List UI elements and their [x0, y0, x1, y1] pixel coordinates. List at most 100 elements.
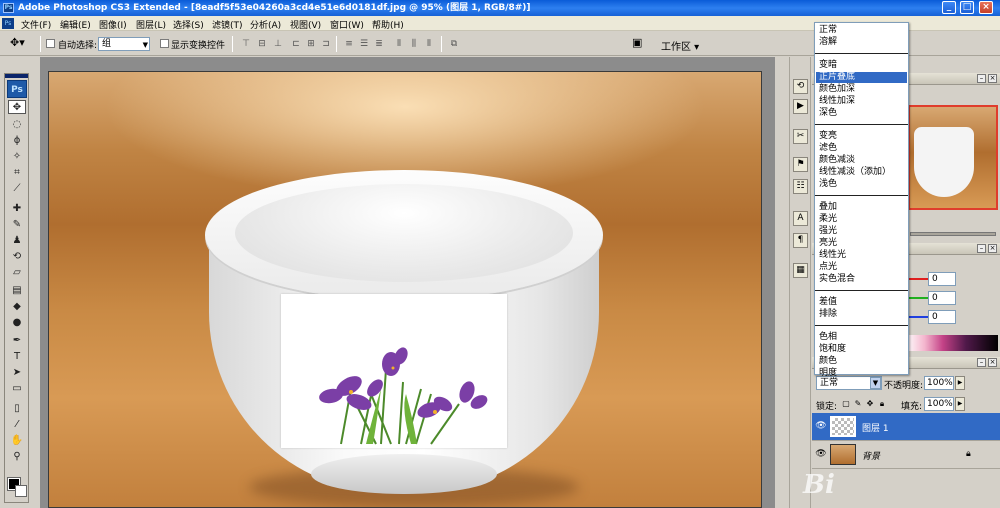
align-left-icon[interactable]: ⊏ [290, 39, 302, 49]
zoom-tool-icon[interactable]: ⚲ [8, 450, 26, 464]
red-value-field[interactable]: 0 [928, 272, 956, 286]
menu-filter[interactable]: 滤镜(T) [212, 18, 243, 31]
history-brush-tool-icon[interactable]: ⟲ [8, 250, 26, 264]
blend-option[interactable]: 滤色 [816, 143, 907, 154]
blend-option[interactable]: 颜色减淡 [816, 155, 907, 166]
align-bottom-icon[interactable]: ⊥ [272, 39, 284, 49]
align-hcenter-icon[interactable]: ⊞ [305, 39, 317, 49]
lock-pixels-icon[interactable]: ✎ [854, 399, 862, 408]
blend-option[interactable]: 明度 [816, 368, 907, 379]
background-color-swatch[interactable] [15, 485, 27, 497]
eyedropper-tool-icon[interactable]: ⁄ [8, 418, 26, 432]
dodge-tool-icon[interactable]: ● [8, 316, 26, 330]
blend-option[interactable]: 颜色 [816, 356, 907, 367]
menu-analysis[interactable]: 分析(A) [250, 18, 281, 31]
minimize-panel-icon[interactable]: – [977, 74, 986, 83]
crop-tool-icon[interactable]: ⌗ [8, 166, 26, 180]
opacity-spinner-icon[interactable]: ▶ [955, 376, 965, 390]
align-right-icon[interactable]: ⊐ [320, 39, 332, 49]
blend-option[interactable]: 浅色 [816, 179, 907, 190]
flower-layer-image[interactable] [281, 294, 507, 448]
lock-position-icon[interactable]: ✥ [866, 399, 874, 408]
close-panel-icon[interactable]: × [988, 74, 997, 83]
blend-option[interactable]: 点光 [816, 262, 907, 273]
palette-well-icon[interactable]: ▣ [632, 36, 642, 49]
eraser-tool-icon[interactable]: ▱ [8, 266, 26, 280]
auto-align-icon[interactable]: ⧉ [448, 39, 460, 49]
green-value-field[interactable]: 0 [928, 291, 956, 305]
lock-transparency-icon[interactable]: ▢ [842, 399, 850, 408]
navigator-zoom-slider[interactable] [910, 232, 996, 236]
menu-window[interactable]: 窗口(W) [330, 18, 364, 31]
menu-help[interactable]: 帮助(H) [372, 18, 404, 31]
fill-spinner-icon[interactable]: ▶ [955, 397, 965, 411]
visibility-eye-icon[interactable]: 👁︎ [815, 420, 827, 432]
blend-option[interactable]: 深色 [816, 108, 907, 119]
hand-tool-icon[interactable]: ✋ [8, 434, 26, 448]
move-tool-preset-icon[interactable]: ✥▾ [10, 36, 25, 49]
clone-stamp-tool-icon[interactable]: ♟ [8, 234, 26, 248]
menu-edit[interactable]: 编辑(E) [60, 18, 91, 31]
blend-option[interactable]: 线性减淡（添加） [816, 167, 907, 178]
document-canvas[interactable] [48, 71, 762, 508]
distribute-bottom-icon[interactable]: ≣ [373, 39, 385, 49]
shape-tool-icon[interactable]: ▭ [8, 382, 26, 396]
navigator-thumbnail[interactable] [908, 105, 998, 210]
color-ramp[interactable] [906, 335, 998, 351]
distribute-right-icon[interactable]: ⦀ [423, 39, 435, 49]
close-panel-icon[interactable]: × [988, 244, 997, 253]
tools-preset-icon[interactable]: ✂ [793, 129, 808, 144]
menu-layer[interactable]: 图层(L) [136, 18, 166, 31]
menu-file[interactable]: 文件(F) [21, 18, 51, 31]
move-tool-icon[interactable]: ✥ [8, 100, 26, 114]
menu-select[interactable]: 选择(S) [173, 18, 204, 31]
brushes-icon[interactable]: ▦ [793, 263, 808, 278]
close-button[interactable]: × [979, 1, 993, 14]
lock-all-icon[interactable]: 🔒︎ [878, 399, 886, 408]
brush-tool-icon[interactable]: ✎ [8, 218, 26, 232]
blend-option[interactable]: 柔光 [816, 214, 907, 225]
align-vcenter-icon[interactable]: ⊟ [256, 39, 268, 49]
actions-icon[interactable]: ▶ [793, 99, 808, 114]
ps-logo[interactable]: Ps [7, 80, 27, 98]
menu-view[interactable]: 视图(V) [290, 18, 321, 31]
healing-tool-icon[interactable]: ✚ [8, 202, 26, 216]
distribute-left-icon[interactable]: ⫴ [393, 39, 405, 49]
blend-option[interactable]: 变亮 [816, 131, 907, 142]
minimize-panel-icon[interactable]: – [977, 358, 986, 367]
blend-option[interactable]: 差值 [816, 297, 907, 308]
auto-select-checkbox[interactable] [46, 39, 55, 48]
visibility-eye-icon[interactable]: 👁︎ [815, 448, 827, 460]
workspace-button[interactable]: 工作区 ▾ [661, 38, 699, 53]
layer-row-layer1[interactable]: 👁︎ 图层 1 [812, 413, 1000, 441]
blend-option[interactable]: 正片叠底 [816, 72, 907, 83]
distribute-vcenter-icon[interactable]: ☰ [358, 39, 370, 49]
layer-comps-icon[interactable]: ☷ [793, 179, 808, 194]
blend-option[interactable]: 溶解 [816, 37, 907, 48]
slice-tool-icon[interactable]: ⟋ [8, 182, 26, 196]
type-tool-icon[interactable]: T [8, 350, 26, 364]
close-panel-icon[interactable]: × [988, 358, 997, 367]
blend-option[interactable]: 饱和度 [816, 344, 907, 355]
blend-option[interactable]: 叠加 [816, 202, 907, 213]
notes-tool-icon[interactable]: ▯ [8, 402, 26, 416]
menu-image[interactable]: 图像(I) [99, 18, 127, 31]
maximize-button[interactable]: □ [960, 1, 974, 14]
lasso-tool-icon[interactable]: ϕ [8, 134, 26, 148]
blend-option[interactable]: 强光 [816, 226, 907, 237]
magic-wand-tool-icon[interactable]: ✧ [8, 150, 26, 164]
distribute-hcenter-icon[interactable]: ⫼ [408, 39, 420, 49]
align-top-icon[interactable]: ⊤ [240, 39, 252, 49]
layer-row-background[interactable]: 👁︎ 背景 🔒︎ [812, 441, 1000, 469]
clone-source-icon[interactable]: ⚑ [793, 157, 808, 172]
blend-option[interactable]: 颜色加深 [816, 84, 907, 95]
distribute-top-icon[interactable]: ≡ [343, 39, 355, 49]
blend-option[interactable]: 实色混合 [816, 274, 907, 285]
fill-field[interactable]: 100% [924, 397, 954, 411]
pen-tool-icon[interactable]: ✒ [8, 334, 26, 348]
app-menu-icon[interactable]: Ps [2, 18, 14, 29]
blend-option[interactable]: 色相 [816, 332, 907, 343]
show-transform-checkbox[interactable] [160, 39, 169, 48]
history-icon[interactable]: ⟲ [793, 79, 808, 94]
paragraph-icon[interactable]: ¶ [793, 233, 808, 248]
